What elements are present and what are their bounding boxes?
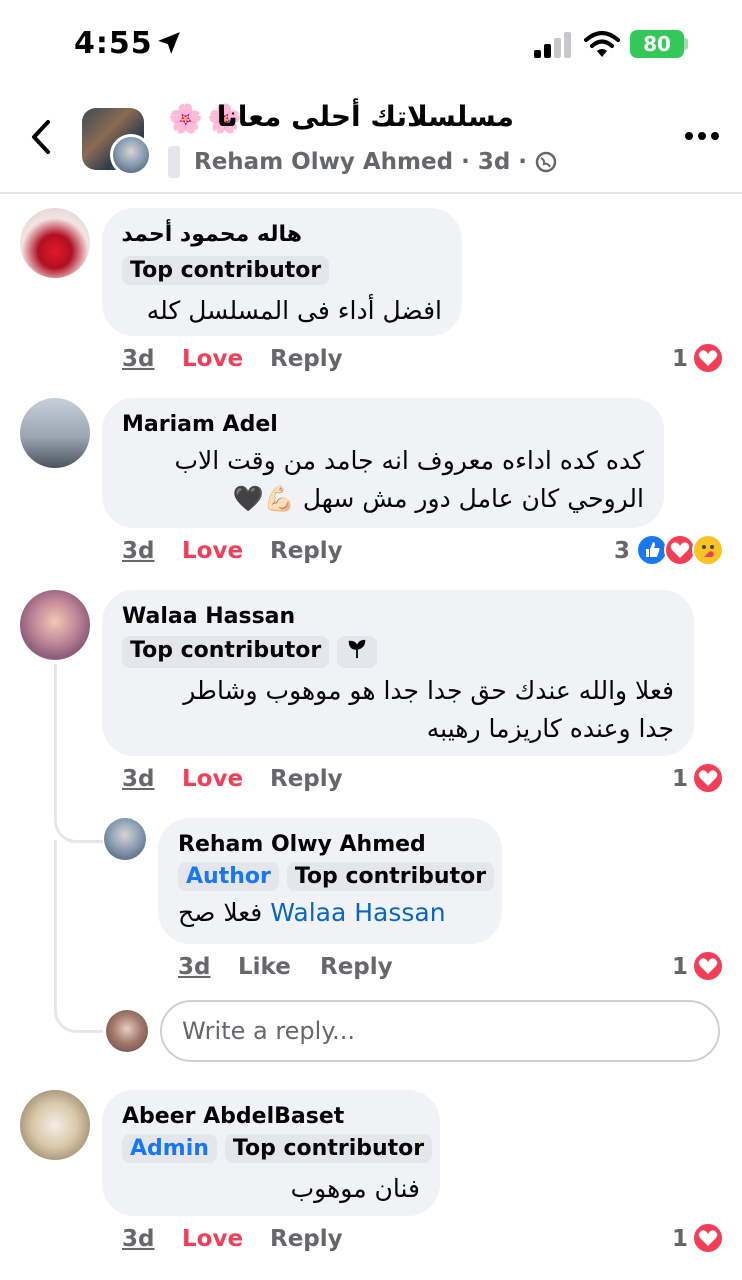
comment-text: فنان موهوب xyxy=(290,1174,420,1203)
more-options-icon[interactable] xyxy=(684,130,720,142)
heart-reaction-icon xyxy=(692,342,724,374)
comment-time[interactable]: 3d xyxy=(122,1226,154,1252)
love-button[interactable]: Love xyxy=(182,766,243,792)
post-age: 3d xyxy=(477,149,511,175)
comment-text: الروحي كان عامل دور مش سهل 💪🏻🖤 xyxy=(232,484,644,513)
comment-text: افضل أداء فى المسلسل كله xyxy=(146,296,442,325)
post-author[interactable]: Reham Olwy Ahmed xyxy=(194,149,453,175)
commenter-name[interactable]: Walaa Hassan xyxy=(122,604,295,629)
status-time: 4:55 xyxy=(74,26,153,61)
commenter-avatar[interactable] xyxy=(20,1090,90,1160)
badge-row: Top contributor xyxy=(122,256,330,285)
commenter-avatar[interactable] xyxy=(20,590,90,660)
heart-reaction-icon xyxy=(692,950,724,982)
reaction-count[interactable]: 1 xyxy=(672,346,688,372)
group-title[interactable]: مسلسلاتك أحلى معانا xyxy=(217,100,514,133)
reply-time[interactable]: 3d xyxy=(178,954,210,980)
comment-bubble: Mariam Adel كده كده اداءه معروف انه جامد… xyxy=(102,398,664,528)
meta-separator: · xyxy=(518,149,528,175)
author-avatar[interactable] xyxy=(110,134,152,176)
reply-button[interactable]: Reply xyxy=(270,346,343,372)
love-button[interactable]: Love xyxy=(182,538,243,564)
like-button[interactable]: Like xyxy=(238,954,291,980)
reply-author-name[interactable]: Reham Olwy Ahmed xyxy=(178,832,426,857)
love-button[interactable]: Love xyxy=(182,1226,243,1252)
signal-icon xyxy=(534,32,571,58)
care-reaction-icon xyxy=(692,534,724,566)
heart-reaction-icon xyxy=(692,1222,724,1254)
reply-avatar[interactable] xyxy=(104,818,146,860)
reaction-count[interactable]: 3 xyxy=(614,538,630,564)
top-contributor-badge: Top contributor xyxy=(122,256,330,285)
reply-text: فعلا صح xyxy=(178,898,263,927)
comment-text: كده كده اداءه معروف انه جامد من وقت الاب xyxy=(174,446,644,475)
sprout-badge xyxy=(337,636,378,668)
reply-placeholder: Write a reply... xyxy=(182,1017,356,1045)
heart-reaction-icon xyxy=(692,762,724,794)
battery-level: 80 xyxy=(643,32,671,56)
wifi-icon xyxy=(584,31,620,57)
flower-icon: 🌸 xyxy=(168,102,203,135)
admin-badge: Admin xyxy=(122,1134,217,1163)
location-arrow-icon xyxy=(158,32,180,54)
globe-icon xyxy=(535,151,557,173)
commenter-name[interactable]: هاله محمود أحمد xyxy=(121,222,302,247)
reply-button[interactable]: Reply xyxy=(270,1226,343,1252)
badge-row: Author Top contributor xyxy=(178,862,495,891)
top-contributor-badge: Top contributor xyxy=(286,862,495,891)
comment-bubble: Abeer AbdelBaset Admin Top contributor ف… xyxy=(102,1090,440,1216)
reply-button[interactable]: Reply xyxy=(270,538,343,564)
author-marker xyxy=(168,146,180,178)
reply-button[interactable]: Reply xyxy=(320,954,393,980)
mention-link[interactable]: Walaa Hassan xyxy=(270,898,445,927)
commenter-avatar[interactable] xyxy=(20,398,90,468)
author-badge: Author xyxy=(178,862,279,891)
thread-connector xyxy=(54,664,103,843)
write-reply-input[interactable]: Write a reply... xyxy=(160,1000,720,1062)
top-contributor-badge: Top contributor xyxy=(224,1134,433,1163)
thread-connector xyxy=(54,840,103,1033)
comment-text: جدا وعنده كاريزما رهيبه xyxy=(426,714,674,743)
top-contributor-badge: Top contributor xyxy=(122,636,330,668)
header-divider xyxy=(0,192,742,194)
badge-row: Top contributor xyxy=(122,636,378,668)
meta-separator: · xyxy=(461,149,470,175)
comment-bubble: هاله محمود أحمد Top contributor افضل أدا… xyxy=(102,208,462,336)
commenter-name[interactable]: Abeer AbdelBaset xyxy=(122,1104,344,1129)
post-meta: Reham Olwy Ahmed · 3d · xyxy=(168,146,557,178)
badge-row: Admin Top contributor xyxy=(122,1134,433,1163)
sprout-icon xyxy=(348,639,366,659)
love-button[interactable]: Love xyxy=(182,346,243,372)
current-user-avatar xyxy=(106,1010,148,1052)
reaction-count[interactable]: 1 xyxy=(672,766,688,792)
comment-time[interactable]: 3d xyxy=(122,346,154,372)
comment-time[interactable]: 3d xyxy=(122,766,154,792)
back-icon[interactable] xyxy=(28,118,54,156)
comment-text: فعلا والله عندك حق جدا جدا هو موهوب وشاط… xyxy=(183,676,674,705)
reaction-count[interactable]: 1 xyxy=(672,954,688,980)
reply-text-row: فعلا صح Walaa Hassan xyxy=(178,898,446,927)
battery-tip xyxy=(684,38,688,50)
commenter-name[interactable]: Mariam Adel xyxy=(122,412,278,437)
comment-bubble: Walaa Hassan Top contributor فعلا والله … xyxy=(102,590,694,756)
reaction-count[interactable]: 1 xyxy=(672,1226,688,1252)
reply-button[interactable]: Reply xyxy=(270,766,343,792)
commenter-avatar[interactable] xyxy=(20,208,90,278)
comment-time[interactable]: 3d xyxy=(122,538,154,564)
reply-bubble: Reham Olwy Ahmed Author Top contributor … xyxy=(158,818,502,944)
battery-indicator: 80 xyxy=(630,30,684,58)
